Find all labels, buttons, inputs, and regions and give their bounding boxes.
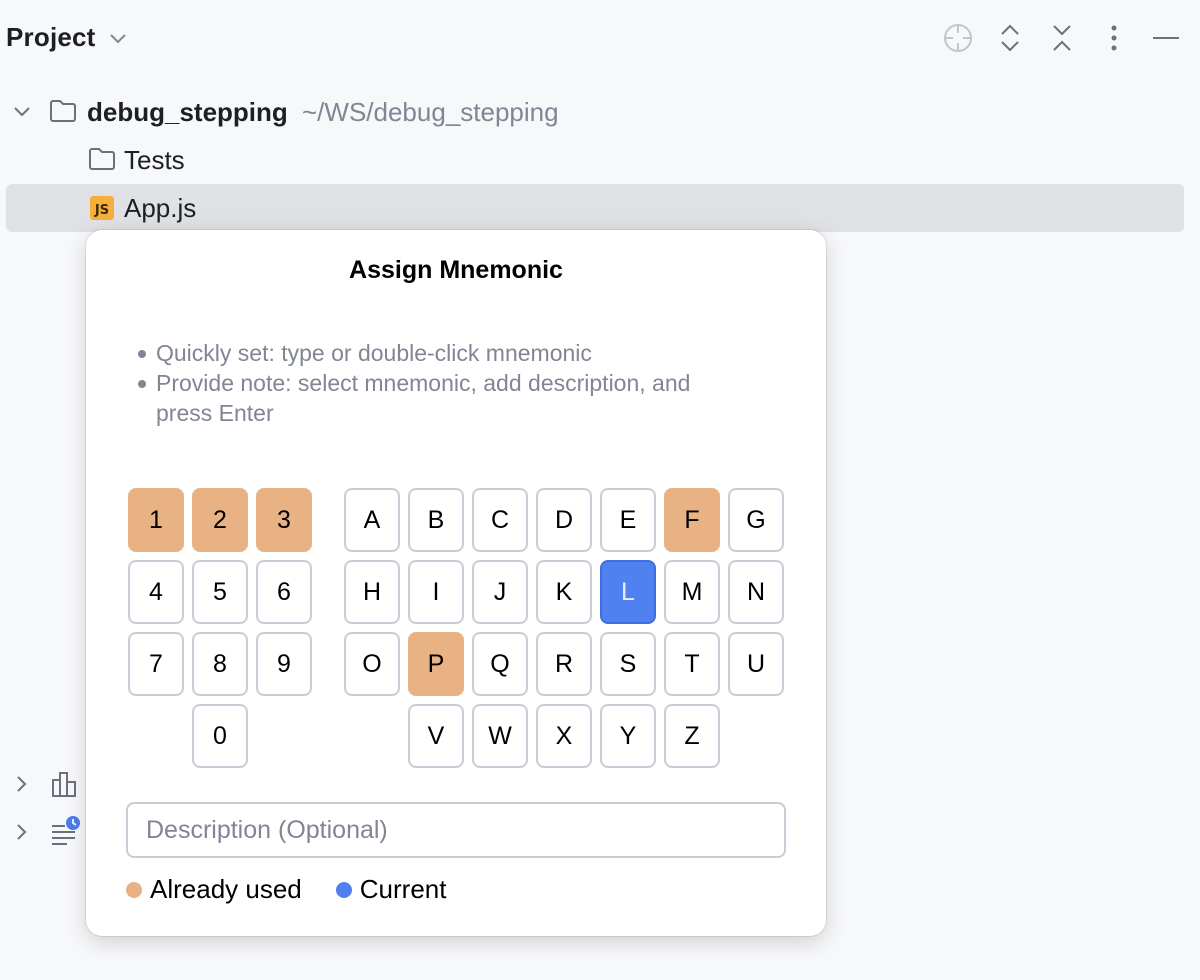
- mnemonic-key-e[interactable]: E: [600, 488, 656, 552]
- chevron-right-icon: [17, 776, 27, 792]
- options-button[interactable]: [1094, 18, 1134, 58]
- locate-button[interactable]: [938, 18, 978, 58]
- legend-item-used: Already used: [126, 874, 302, 905]
- mnemonic-key-6[interactable]: 6: [256, 560, 312, 624]
- mnemonic-key-o[interactable]: O: [344, 632, 400, 696]
- hint-item: Provide note: select mnemonic, add descr…: [136, 368, 716, 428]
- collapse-all-icon: [1053, 25, 1071, 51]
- mnemonic-key-g[interactable]: G: [728, 488, 784, 552]
- mnemonic-key-h[interactable]: H: [344, 560, 400, 624]
- mnemonic-key-5[interactable]: 5: [192, 560, 248, 624]
- tree-node-root[interactable]: debug_stepping ~/WS/debug_stepping: [0, 88, 1200, 136]
- tree-node-app-js[interactable]: JS App.js: [0, 184, 1200, 232]
- mnemonic-key-y[interactable]: Y: [600, 704, 656, 768]
- chevron-down-icon: [110, 34, 126, 44]
- js-file-icon: JS: [90, 196, 114, 220]
- description-input[interactable]: [126, 802, 786, 858]
- mnemonic-key-0[interactable]: 0: [192, 704, 248, 768]
- mnemonic-key-l[interactable]: L: [600, 560, 656, 624]
- mnemonic-key-f[interactable]: F: [664, 488, 720, 552]
- more-options-icon: [1111, 25, 1117, 51]
- mnemonic-key-u[interactable]: U: [728, 632, 784, 696]
- external-libraries-icon: [51, 770, 79, 798]
- tree-node-scratches[interactable]: [0, 808, 86, 856]
- tree-node-external-libraries[interactable]: [0, 760, 86, 808]
- mnemonic-key-s[interactable]: S: [600, 632, 656, 696]
- folder-icon: [49, 99, 77, 123]
- mnemonic-key-4[interactable]: 4: [128, 560, 184, 624]
- folder-icon: [88, 147, 116, 171]
- hide-button[interactable]: [1146, 18, 1186, 58]
- mnemonic-key-a[interactable]: A: [344, 488, 400, 552]
- tree-expand-toggle[interactable]: [10, 820, 34, 844]
- mnemonic-key-p[interactable]: P: [408, 632, 464, 696]
- header-title: Project: [6, 22, 96, 52]
- mnemonic-key-d[interactable]: D: [536, 488, 592, 552]
- legend-item-current: Current: [335, 874, 447, 905]
- mnemonic-key-z[interactable]: Z: [664, 704, 720, 768]
- collapse-all-button[interactable]: [1042, 18, 1082, 58]
- mnemonic-key-t[interactable]: T: [664, 632, 720, 696]
- mnemonic-key-n[interactable]: N: [728, 560, 784, 624]
- mnemonic-key-7[interactable]: 7: [128, 632, 184, 696]
- mnemonic-key-v[interactable]: V: [408, 704, 464, 768]
- tree-node-label: debug_stepping: [87, 97, 288, 127]
- tree-expand-toggle[interactable]: [10, 772, 34, 796]
- tree-node-label: Tests: [124, 145, 185, 175]
- expand-all-button[interactable]: [990, 18, 1030, 58]
- mnemonic-key-r[interactable]: R: [536, 632, 592, 696]
- legend-label: Current: [359, 874, 447, 904]
- popup-title: Assign Mnemonic: [349, 256, 563, 284]
- hint-item: Quickly set: type or double-click mnemon…: [136, 338, 776, 368]
- tree-expand-toggle[interactable]: [10, 100, 34, 124]
- tree-node-tests[interactable]: Tests: [0, 136, 1200, 184]
- mnemonic-key-k[interactable]: K: [536, 560, 592, 624]
- mnemonic-key-b[interactable]: B: [408, 488, 464, 552]
- used-dot-icon: [126, 881, 142, 898]
- chevron-right-icon: [17, 824, 27, 840]
- mnemonic-key-w[interactable]: W: [472, 704, 528, 768]
- mnemonic-key-3[interactable]: 3: [256, 488, 312, 552]
- expand-all-icon: [1001, 24, 1019, 52]
- mnemonic-key-1[interactable]: 1: [128, 488, 184, 552]
- locate-icon: [944, 24, 972, 52]
- mnemonic-key-9[interactable]: 9: [256, 632, 312, 696]
- mnemonic-key-m[interactable]: M: [664, 560, 720, 624]
- tree-node-label: App.js: [124, 193, 197, 223]
- current-dot-icon: [335, 881, 352, 898]
- minimize-icon: [1153, 37, 1179, 39]
- mnemonic-key-c[interactable]: C: [472, 488, 528, 552]
- mnemonic-key-j[interactable]: J: [472, 560, 528, 624]
- scratches-consoles-icon: [51, 816, 83, 848]
- hint-list: Quickly set: type or double-click mnemon…: [136, 338, 776, 428]
- mnemonic-key-x[interactable]: X: [536, 704, 592, 768]
- project-tool-window-header: Project: [0, 0, 1200, 78]
- mnemonic-key-8[interactable]: 8: [192, 632, 248, 696]
- mnemonic-key-2[interactable]: 2: [192, 488, 248, 552]
- mnemonic-key-i[interactable]: I: [408, 560, 464, 624]
- legend: Already used Current: [126, 874, 480, 905]
- assign-mnemonic-popup: Assign Mnemonic Quickly set: type or dou…: [86, 230, 826, 936]
- chevron-down-icon: [14, 107, 30, 117]
- tree-node-path: ~/WS/debug_stepping: [302, 97, 559, 127]
- legend-label: Already used: [150, 874, 302, 904]
- mnemonic-key-q[interactable]: Q: [472, 632, 528, 696]
